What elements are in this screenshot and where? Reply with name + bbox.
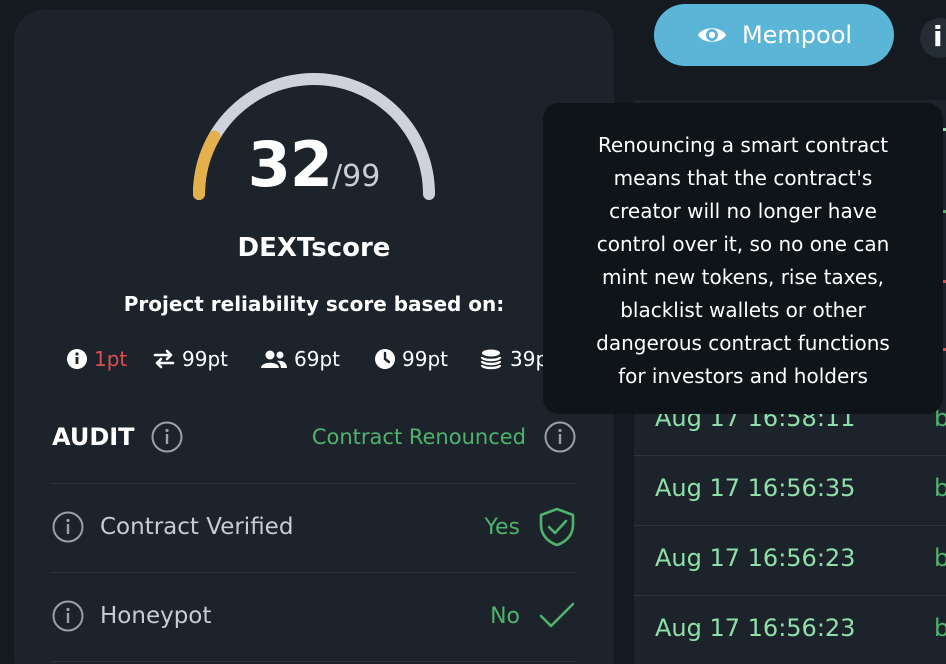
metric-value: 99pt [402,347,448,371]
score-subtitle: Project reliability score based on: [123,292,505,316]
tooltip-line: means that the contract's [613,166,873,190]
check-label: Contract Verified [100,514,294,540]
swap-arrows-icon [153,349,175,369]
metric-holders[interactable]: 69pt [260,344,340,374]
users-icon [261,350,287,368]
trade-row[interactable]: Aug 17 16:56:23 b [634,596,946,664]
audit-info-icon[interactable] [151,421,183,453]
trade-type: b [934,544,946,572]
score-value: 32 [247,128,333,201]
renounce-tooltip: Renouncing a smart contract means that t… [543,103,943,414]
check-value: Yes [484,514,520,540]
score-title: DEXTscore [237,233,391,263]
tooltip-line: creator will no longer have [609,199,877,223]
renounced-info-icon[interactable] [544,421,576,453]
trade-row[interactable]: Aug 17 16:56:35 b [634,456,946,526]
check-label: Honeypot [100,603,212,629]
mempool-button[interactable]: Mempool [654,4,894,66]
contract-renounced-status: Contract Renounced [311,425,526,449]
shield-check-icon [539,507,575,547]
clock-icon [375,349,395,369]
divider [52,483,576,484]
trade-time: Aug 17 16:56:35 [655,474,856,502]
mempool-label: Mempool [741,21,853,49]
check-value: No [490,603,520,629]
gauge-fill [193,130,221,200]
check-icon [539,602,575,628]
coins-icon [480,349,502,370]
trade-row[interactable]: Aug 17 16:56:23 b [634,526,946,596]
check-row-honeypot: Honeypot No [52,586,576,646]
tooltip-line: dangerous contract functions [596,331,890,355]
eye-icon [697,28,726,42]
info-icon[interactable] [52,511,84,543]
tooltip-line: mint new tokens, rise taxes, [602,265,884,289]
divider [52,661,576,662]
tooltip-line: for investors and holders [618,364,868,388]
trade-type: b [934,614,946,642]
tooltip-line: control over it, so no one can [596,232,890,256]
info-icon [67,349,87,369]
metric-info[interactable]: 1pt [66,344,127,374]
trade-type: b [934,474,946,502]
metric-liquidity[interactable]: 39pt [480,344,546,374]
metric-transactions[interactable]: 99pt [152,344,228,374]
divider [52,572,576,573]
check-row-contract-verified: Contract Verified Yes [52,497,576,557]
metric-value: 99pt [182,347,228,371]
score-metrics: 1pt 99pt 69pt 99pt 39pt [66,344,546,374]
info-icon: i [933,20,943,53]
audit-title: AUDIT [52,423,135,451]
audit-header: AUDIT Contract Renounced [52,412,576,462]
metric-age[interactable]: 99pt [374,344,448,374]
tooltip-line: blacklist wallets or other [620,298,866,322]
tooltip-line: Renouncing a smart contract [597,133,889,157]
trade-time: Aug 17 16:56:23 [655,614,856,642]
info-icon[interactable] [52,600,84,632]
trade-time: Aug 17 16:56:23 [655,544,856,572]
score-display: 32/99 [214,128,414,201]
metric-value: 69pt [294,347,340,371]
metric-value: 1pt [94,347,128,371]
metric-value: 39pt [510,347,546,371]
score-max: /99 [332,159,381,194]
